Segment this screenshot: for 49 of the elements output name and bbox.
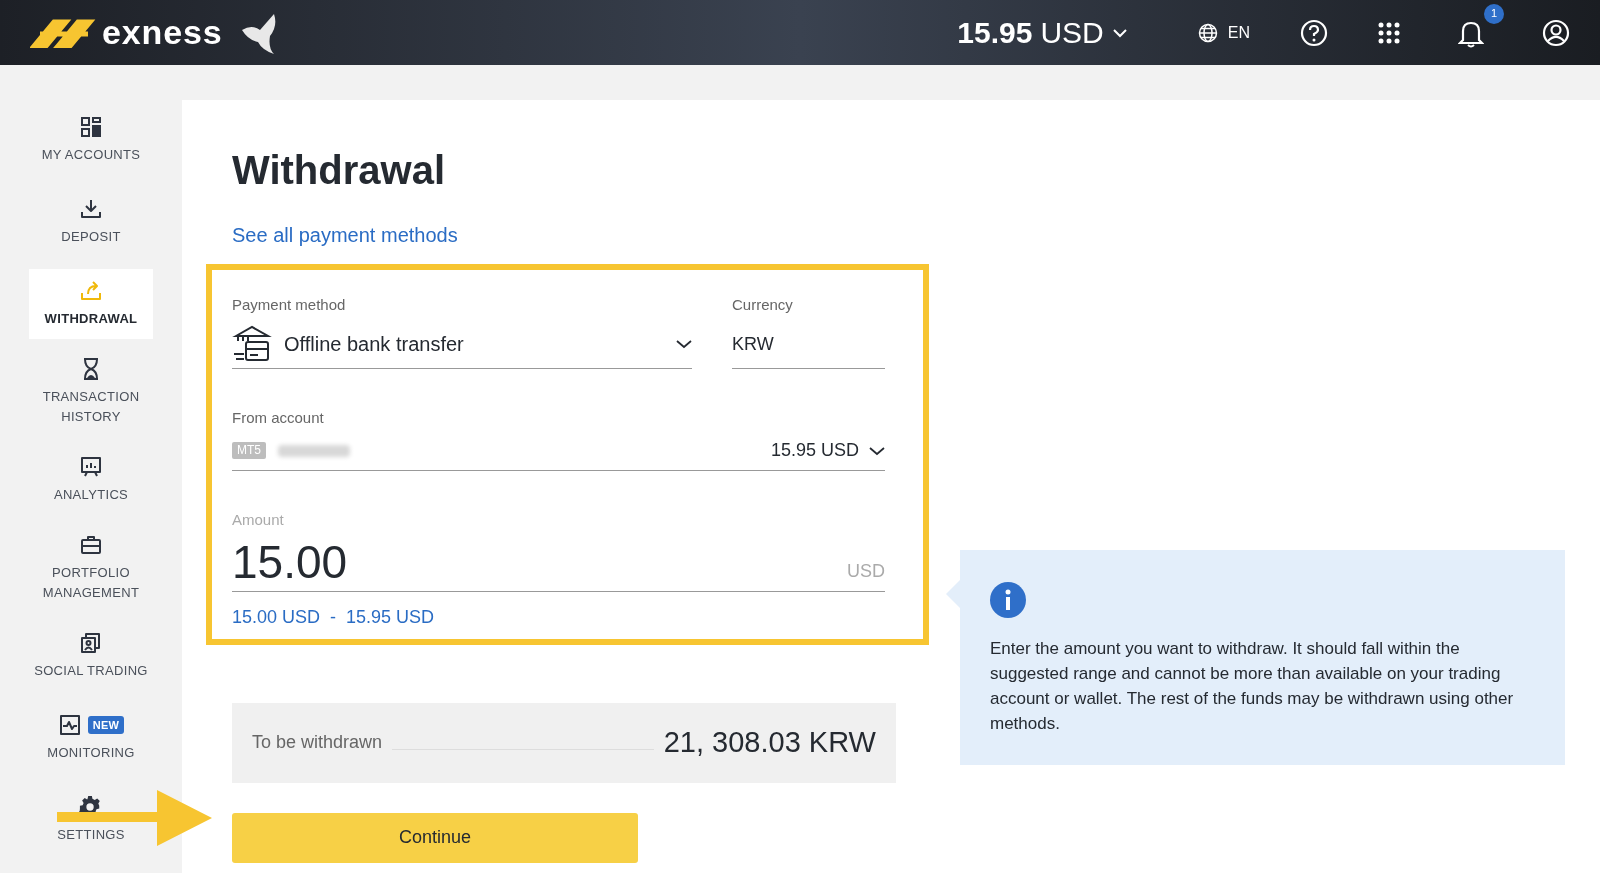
sidebar-item[interactable]: ANALYTICS [29,445,153,515]
info-text: Enter the amount you want to withdraw. It should fall within the suggested range and cannot be more than available on your trading account or wallet. The rest of the funds may be withdrawn using other methods. [990,638,1515,735]
social-icon [79,631,103,655]
payment-method-dropdown[interactable]: Offline bank transfer [232,320,692,369]
account-dropdown[interactable]: MT5 15.95 USD [232,431,885,471]
payment-methods-link[interactable]: See all payment methods [232,220,458,250]
balance-dropdown[interactable]: 15.95 USD [957,10,1128,55]
accounts-icon [79,115,103,139]
globe-icon [1197,22,1218,43]
currency-field[interactable]: KRW [732,320,885,369]
field-label: From account [232,407,325,428]
notification-badge: 1 [1484,3,1504,24]
chevron-down-icon [1111,27,1128,38]
range-separator: - [330,605,337,629]
field-label: Amount [232,510,285,530]
info-icon [990,582,1026,618]
page-title: Withdrawal [232,150,446,190]
field-label: Currency [732,295,794,315]
language-button[interactable]: EN [1197,20,1250,45]
blurred-account-number [278,444,350,457]
sidebar-item[interactable]: WITHDRAWAL [29,269,153,339]
logo-text: exness [102,12,223,53]
range-max-link[interactable]: 15.95 USD [346,603,435,631]
help-icon[interactable] [1300,18,1328,47]
sidebar-item[interactable]: MY ACCOUNTS [29,105,153,175]
bank-icon [232,324,272,364]
summary-value: 21, 308.03 KRW [663,724,876,760]
apps-grid-icon[interactable] [1378,21,1400,44]
continue-button[interactable]: Continue [232,812,638,863]
sidebar-item[interactable]: NEW MONITORING [29,703,153,773]
user-icon[interactable] [1542,18,1570,47]
summary-label: To be withdrawn [252,731,383,754]
withdrawal-icon [79,279,103,303]
sidebar-item[interactable]: SOCIAL TRADING [29,621,153,691]
logo-mark-icon [30,17,96,48]
platform-tag: MT5 [232,442,266,459]
amount-field[interactable]: 15.00 USD [232,531,885,592]
monitoring-icon [57,713,82,737]
chevron-down-icon [676,339,692,349]
deposit-icon [79,197,103,221]
range-min-link[interactable]: 15.00 USD [232,603,321,631]
field-label: Payment method [232,295,347,315]
sidebar-item[interactable]: PORTFOLIO MANAGEMENT [29,527,153,609]
analytics-icon [79,455,103,479]
sidebar-item[interactable]: TRANSACTION HISTORY [29,351,153,433]
sidebar-item[interactable]: DEPOSIT [29,187,153,257]
new-badge: NEW [87,716,125,734]
chevron-down-icon [869,445,885,456]
portfolio-icon [79,533,103,557]
